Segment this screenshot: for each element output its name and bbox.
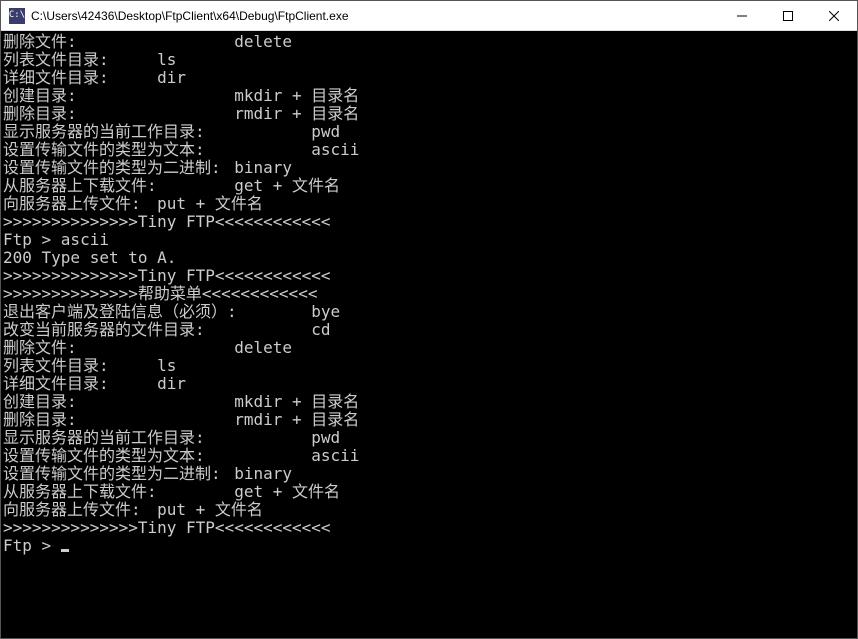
close-icon xyxy=(829,11,839,21)
terminal-line: 设置传输文件的类型为文本: ascii xyxy=(3,447,857,465)
terminal-line: 退出客户端及登陆信息（必须）: bye xyxy=(3,303,857,321)
app-icon: C:\ xyxy=(9,8,25,24)
terminal-line: >>>>>>>>>>>>>>帮助菜单<<<<<<<<<<<< xyxy=(3,285,857,303)
minimize-button[interactable] xyxy=(719,1,765,30)
terminal-line: 从服务器上下载文件: get + 文件名 xyxy=(3,177,857,195)
caret-icon xyxy=(61,549,69,552)
terminal-line: 设置传输文件的类型为二进制: binary xyxy=(3,465,857,483)
terminal-line: 创建目录: mkdir + 目录名 xyxy=(3,87,857,105)
terminal-line: 列表文件目录: ls xyxy=(3,51,857,69)
terminal-line: 列表文件目录: ls xyxy=(3,357,857,375)
terminal-line: >>>>>>>>>>>>>>Tiny FTP<<<<<<<<<<<< xyxy=(3,213,857,231)
minimize-icon xyxy=(737,11,747,21)
close-button[interactable] xyxy=(811,1,857,30)
terminal-line: 设置传输文件的类型为二进制: binary xyxy=(3,159,857,177)
maximize-icon xyxy=(783,11,793,21)
titlebar[interactable]: C:\ C:\Users\42436\Desktop\FtpClient\x64… xyxy=(1,1,857,31)
terminal-line: 删除文件: delete xyxy=(3,33,857,51)
terminal-line: 向服务器上传文件: put + 文件名 xyxy=(3,501,857,519)
window-controls xyxy=(719,1,857,30)
terminal-line: 改变当前服务器的文件目录: cd xyxy=(3,321,857,339)
terminal-line: 从服务器上下载文件: get + 文件名 xyxy=(3,483,857,501)
terminal-line: 200 Type set to A. xyxy=(3,249,857,267)
terminal-line: 详细文件目录: dir xyxy=(3,375,857,393)
window-title: C:\Users\42436\Desktop\FtpClient\x64\Deb… xyxy=(25,9,719,23)
maximize-button[interactable] xyxy=(765,1,811,30)
terminal-prompt[interactable]: Ftp > xyxy=(3,537,857,555)
terminal-line: >>>>>>>>>>>>>>Tiny FTP<<<<<<<<<<<< xyxy=(3,267,857,285)
terminal-line: 向服务器上传文件: put + 文件名 xyxy=(3,195,857,213)
terminal-line: 详细文件目录: dir xyxy=(3,69,857,87)
app-window: C:\ C:\Users\42436\Desktop\FtpClient\x64… xyxy=(0,0,858,639)
terminal-line: Ftp > ascii xyxy=(3,231,857,249)
terminal-line: >>>>>>>>>>>>>>Tiny FTP<<<<<<<<<<<< xyxy=(3,519,857,537)
terminal-line: 删除目录: rmdir + 目录名 xyxy=(3,105,857,123)
terminal-line: 创建目录: mkdir + 目录名 xyxy=(3,393,857,411)
terminal-line: 删除文件: delete xyxy=(3,339,857,357)
terminal-line: 显示服务器的当前工作目录: pwd xyxy=(3,429,857,447)
terminal-output[interactable]: 删除文件: delete列表文件目录: ls详细文件目录: dir创建目录: m… xyxy=(1,31,857,638)
terminal-line: 显示服务器的当前工作目录: pwd xyxy=(3,123,857,141)
terminal-line: 删除目录: rmdir + 目录名 xyxy=(3,411,857,429)
terminal-line: 设置传输文件的类型为文本: ascii xyxy=(3,141,857,159)
